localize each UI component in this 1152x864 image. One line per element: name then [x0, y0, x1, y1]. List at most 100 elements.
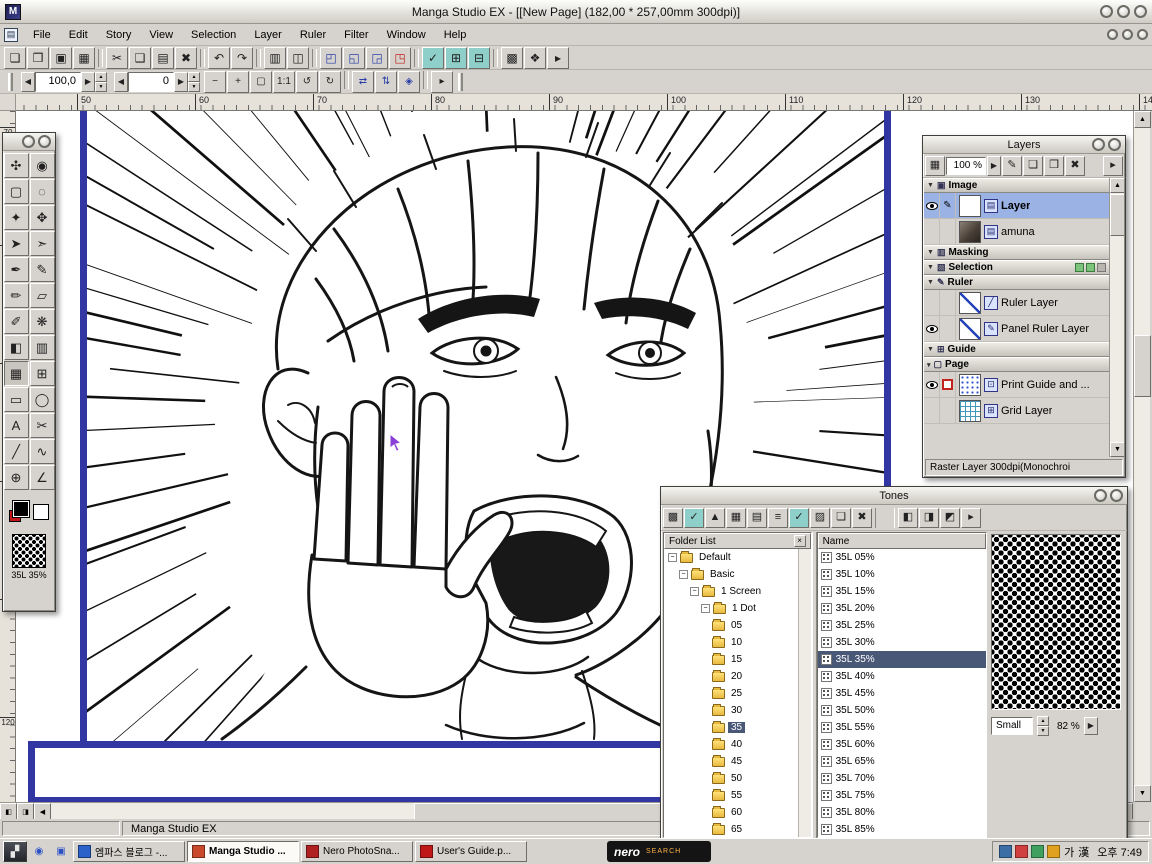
show-preview-pane-button[interactable]: ◩: [940, 508, 960, 528]
join-line-tool[interactable]: ⊕: [4, 465, 29, 490]
tone-row[interactable]: 35L 55%: [818, 719, 986, 736]
visibility-cell[interactable]: [924, 372, 940, 398]
vertical-scroll-thumb[interactable]: [1134, 335, 1151, 397]
mdi-restore-button[interactable]: [1122, 29, 1133, 40]
layer-display-button[interactable]: ▦: [925, 156, 945, 176]
save-all-button[interactable]: ▦: [73, 47, 95, 69]
open-page-button[interactable]: ❒: [27, 47, 49, 69]
snap-grid-button[interactable]: ⊞: [445, 47, 467, 69]
preview-zoom-button[interactable]: ▶: [1084, 717, 1098, 735]
toolbar-button[interactable]: [344, 71, 349, 89]
snap-mode-button[interactable]: ◈: [398, 71, 420, 93]
selection-section-buttons[interactable]: [1075, 263, 1106, 272]
marker-tool[interactable]: ✏: [4, 283, 29, 308]
folder-row[interactable]: − 65: [664, 821, 798, 837]
folder-row[interactable]: − Basic: [664, 566, 798, 583]
toolbar-button[interactable]: [414, 49, 419, 67]
taskbar-button[interactable]: Nero PhotoSna...: [301, 841, 413, 862]
magic-wand-tool[interactable]: ✦: [4, 205, 29, 230]
view-menu-button[interactable]: ▸: [431, 71, 453, 93]
tray-icon[interactable]: [1047, 845, 1060, 858]
taskbar-button[interactable]: Manga Studio ...: [187, 841, 299, 862]
zoom-spinner[interactable]: ▲▼: [95, 72, 107, 92]
folder-row[interactable]: − 1 Dot: [664, 600, 798, 617]
layer-row-amuna[interactable]: ▤ amuna: [924, 219, 1109, 245]
layer-section-page[interactable]: ▾▢Page: [924, 357, 1109, 372]
folder-row[interactable]: − 35: [664, 719, 798, 736]
rotate-step-down-button[interactable]: ◀: [114, 72, 128, 92]
zoom-out-button[interactable]: −: [204, 71, 226, 93]
tone-row[interactable]: 35L 25%: [818, 617, 986, 634]
dual-view-button[interactable]: ◲: [366, 47, 388, 69]
menu-item[interactable]: File: [24, 25, 60, 45]
preview-size-select[interactable]: Small: [991, 717, 1033, 735]
toolbar-button[interactable]: [312, 49, 317, 67]
current-tone-swatch[interactable]: [12, 534, 46, 568]
tone-row[interactable]: 35L 70%: [818, 770, 986, 787]
object-select-tool[interactable]: ➤: [4, 231, 29, 256]
node-edit-tool[interactable]: ➣: [30, 231, 55, 256]
layer-section-selection[interactable]: ▼▧Selection: [924, 260, 1109, 275]
window-layout-button[interactable]: ❖: [524, 47, 546, 69]
minimize-button[interactable]: [1100, 5, 1113, 18]
new-page-button[interactable]: ❏: [4, 47, 26, 69]
menu-item[interactable]: Selection: [182, 25, 245, 45]
lasso-tool[interactable]: ◌: [30, 179, 55, 204]
menu-item[interactable]: Filter: [335, 25, 377, 45]
folder-row[interactable]: − 30: [664, 702, 798, 719]
nero-search-widget[interactable]: nero SEARCH: [607, 841, 711, 862]
scroll-down-button[interactable]: ▼: [1134, 785, 1151, 802]
layer-section-ruler[interactable]: ▼✎Ruler: [924, 275, 1109, 290]
scroll-thumb[interactable]: [1110, 194, 1124, 236]
quick-launch-desktop-icon[interactable]: ▣: [51, 842, 71, 862]
eraser-tool[interactable]: ▱: [30, 283, 55, 308]
delete-tone-button[interactable]: ✖: [852, 508, 872, 528]
dock-button[interactable]: ▸: [961, 508, 981, 528]
folder-row[interactable]: − Default: [664, 549, 798, 566]
rotate-value[interactable]: 0: [128, 72, 174, 92]
toolbox-titlebar[interactable]: [3, 133, 55, 151]
tone-row[interactable]: 35L 45%: [818, 685, 986, 702]
menu-item[interactable]: View: [140, 25, 182, 45]
page-view-button[interactable]: ◰: [320, 47, 342, 69]
zoom-step-down-button[interactable]: ◀: [21, 72, 35, 92]
menu-item[interactable]: Story: [97, 25, 141, 45]
expand-box[interactable]: −: [701, 604, 710, 613]
pencil-tool[interactable]: ✎: [30, 257, 55, 282]
tone-row[interactable]: 35L 60%: [818, 736, 986, 753]
layer-opacity-value[interactable]: 100 %: [946, 157, 986, 175]
menu-item[interactable]: Edit: [60, 25, 97, 45]
page-forward-button[interactable]: ◨: [17, 803, 34, 820]
tone-row[interactable]: 35L 10%: [818, 566, 986, 583]
scroll-up-button[interactable]: ▲: [1110, 178, 1124, 193]
layers-titlebar[interactable]: Layers: [923, 136, 1125, 154]
show-list-pane-button[interactable]: ◨: [919, 508, 939, 528]
text-tool[interactable]: A: [4, 413, 29, 438]
measure-tool[interactable]: ∠: [30, 465, 55, 490]
rotate-cw-button[interactable]: ↻: [319, 71, 341, 93]
palette-close-button[interactable]: [38, 135, 51, 148]
layer-section-masking[interactable]: ▼▥Masking: [924, 245, 1109, 260]
visibility-cell[interactable]: [924, 219, 940, 245]
small-icons-button[interactable]: ▤: [747, 508, 767, 528]
tone-properties-button[interactable]: ▩: [663, 508, 683, 528]
menu-item[interactable]: Ruler: [291, 25, 335, 45]
delete-layer-button[interactable]: ✖: [1065, 156, 1085, 176]
copy-button[interactable]: ❑: [129, 47, 151, 69]
folder-row[interactable]: − 60: [664, 804, 798, 821]
tone-mode-button[interactable]: ▨: [810, 508, 830, 528]
tone-row[interactable]: 35L 05%: [818, 549, 986, 566]
page-back-button[interactable]: ◧: [0, 803, 17, 820]
folder-row[interactable]: − 25: [664, 685, 798, 702]
ime-hanja-indicator[interactable]: 漢: [1078, 844, 1089, 860]
list-view-button[interactable]: ≡: [768, 508, 788, 528]
taskbar-button[interactable]: 엠파스 블로그 -...: [73, 841, 185, 862]
gradient-tool[interactable]: ▥: [30, 335, 55, 360]
tray-icon[interactable]: [1015, 845, 1028, 858]
cut-button[interactable]: ✂: [106, 47, 128, 69]
folder-row[interactable]: − 40: [664, 736, 798, 753]
new-tone-button[interactable]: ❏: [831, 508, 851, 528]
tone-row[interactable]: 35L 40%: [818, 668, 986, 685]
name-column-header[interactable]: Name: [818, 533, 986, 549]
save-button[interactable]: ▣: [50, 47, 72, 69]
